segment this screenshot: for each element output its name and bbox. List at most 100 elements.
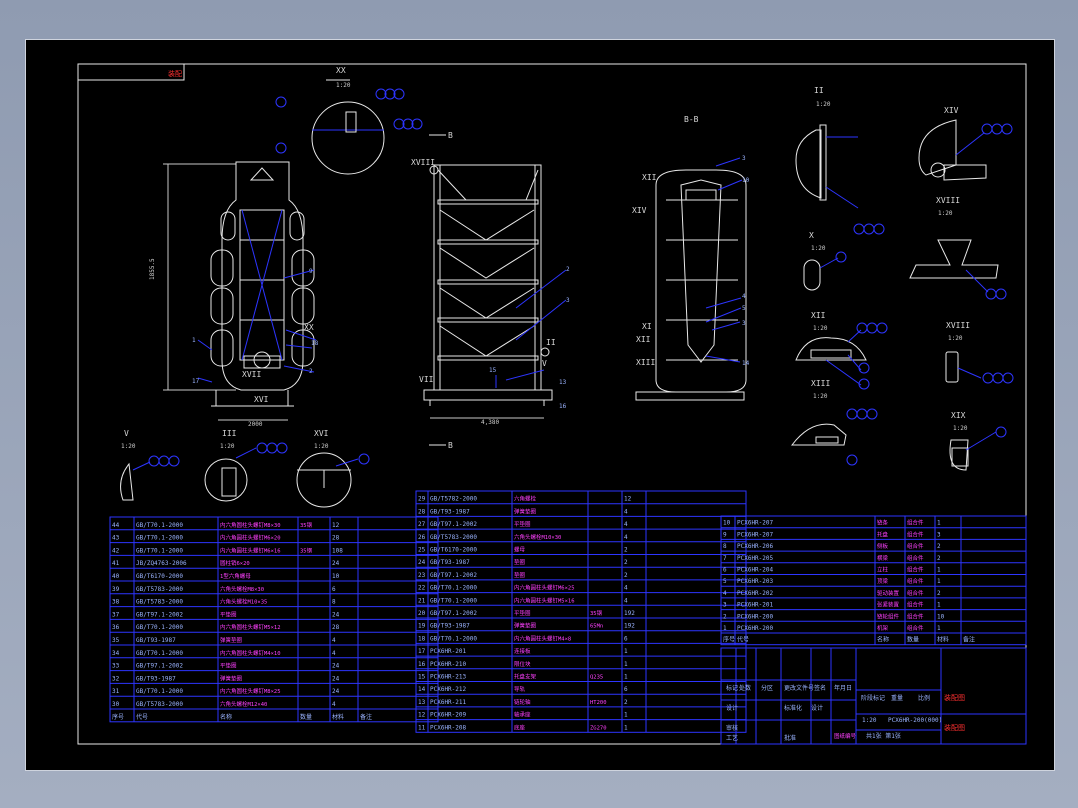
tb-cell-date: 年月日 <box>834 684 852 692</box>
title-block-red: 装配 <box>168 69 182 78</box>
svg-text:1:20: 1:20 <box>336 82 351 89</box>
bom-cell-code: PCX6HR-201 <box>737 602 774 609</box>
bom-cell-name: 连接板 <box>514 647 531 655</box>
bom-header-cell: 代号 <box>737 636 749 644</box>
bom-cell-name: 托盘支架 <box>514 673 537 681</box>
tb-cell-standard: 标准化 <box>784 704 802 712</box>
bom-cell-code: PCX6HR-207 <box>737 531 774 538</box>
detail-iii: III 1:20 <box>204 429 288 502</box>
cad-viewport[interactable]: 装配 1855.5 2000 B B 4,380 B-B XX 1:20 II … <box>25 39 1055 771</box>
bom-cell-name: 平垫圈 <box>220 662 237 670</box>
bom-cell-no: 34 <box>112 650 120 657</box>
svg-text:1: 1 <box>192 337 196 344</box>
bom-cell-name: 六角头螺栓M12×40 <box>220 700 267 708</box>
svg-text:XVI: XVI <box>254 395 269 404</box>
bom-cell-no: 7 <box>723 555 727 562</box>
bom-table-right: 10 PCX6HR-207 链条 组合件 19 PCX6HR-207 托盘 组合件 38 PCX6… <box>720 515 1027 646</box>
dim-width-left: 2000 <box>248 421 263 428</box>
bom-header-cell: 序号 <box>112 713 124 721</box>
bom-cell-no: 38 <box>112 599 120 606</box>
bom-cell-name: 立柱 <box>877 566 889 574</box>
bom-cell-name: 平垫圈 <box>514 520 531 528</box>
front-view-left: 1855.5 2000 <box>149 161 317 428</box>
bom-cell-name: 内六角圆柱头螺钉M6×16 <box>220 546 281 554</box>
bom-cell-mat: 组合件 <box>907 530 924 538</box>
bom-cell-qty: 1 <box>624 712 628 719</box>
svg-text:9: 9 <box>309 268 313 275</box>
bom-cell-no: 37 <box>112 611 120 618</box>
bom-cell-qty: 4 <box>332 637 336 644</box>
svg-text:10: 10 <box>742 177 750 184</box>
svg-text:B: B <box>448 131 453 140</box>
drawing-name: 装配图 <box>944 693 965 702</box>
red-label: 装配图 <box>944 723 965 732</box>
tb-cell-count: 处数 <box>739 684 751 692</box>
bom-cell-name: 六角头螺栓M8×30 <box>220 585 264 593</box>
svg-text:XIV: XIV <box>632 206 647 215</box>
bom-cell-mat: 组合件 <box>907 519 924 527</box>
bom-cell-mat: HT200 <box>590 700 607 706</box>
bom-cell-name: 内六角圆柱头螺钉M5×12 <box>220 623 281 631</box>
bom-cell-no: 14 <box>418 686 426 693</box>
bom-cell-code: PCX6HR-200 <box>737 613 774 620</box>
bom-cell-qty: 192 <box>624 610 635 617</box>
svg-text:1:20: 1:20 <box>948 335 963 342</box>
bom-cell-name: 链轮组件 <box>877 612 900 620</box>
bom-cell-code: PCX6HR-203 <box>737 578 774 585</box>
bom-cell-no: 22 <box>418 585 426 592</box>
bom-cell-no: 30 <box>112 701 120 708</box>
bom-cell-no: 19 <box>418 623 426 630</box>
svg-text:V: V <box>124 429 129 438</box>
dim-height: 1855.5 <box>149 258 156 280</box>
bom-cell-no: 3 <box>723 602 727 609</box>
bom-cell-no: 25 <box>418 547 426 554</box>
company: 设计 <box>811 704 823 712</box>
bom-cell-no: 44 <box>112 522 120 529</box>
svg-text:XIII: XIII <box>636 358 655 367</box>
bom-cell-qty: 6 <box>624 635 628 642</box>
bom-cell-name: 链条 <box>877 519 889 527</box>
bom-cell-qty: 24 <box>332 663 340 670</box>
detail-xii: XII 1:20 <box>795 311 888 390</box>
tb-cell-process: 工艺 <box>726 734 738 742</box>
bom-cell-qty: 4 <box>624 508 628 515</box>
bom-cell-no: 4 <box>723 590 727 597</box>
bom-cell-code: JB/ZQ4763-2006 <box>136 560 187 567</box>
bom-cell-qty: 4 <box>332 701 336 708</box>
bom-cell-name: 导轨 <box>514 685 526 693</box>
bom-cell-mat: 35钢 <box>590 609 603 617</box>
bom-cell-no: 1 <box>723 625 727 632</box>
bom-header-cell: 备注 <box>963 636 975 644</box>
detail-x: X 1:20 <box>803 231 847 291</box>
bom-cell-no: 11 <box>418 724 426 731</box>
bom-cell-name: 垫圈 <box>514 571 526 579</box>
detail-xix: XIX 1:20 <box>949 411 1007 471</box>
bom-cell-qty: 4 <box>624 585 628 592</box>
bom-cell-no: 18 <box>418 635 426 642</box>
detail-xiv: XIV <box>918 106 1013 181</box>
bom-cell-no: 6 <box>723 567 727 574</box>
bom-cell-code: PCX6HR-210 <box>430 661 467 668</box>
svg-text:X: X <box>809 231 814 240</box>
bom-cell-code: GB/T97.1-2002 <box>430 572 477 579</box>
svg-text:1:20: 1:20 <box>816 101 831 108</box>
svg-text:XX: XX <box>336 66 346 75</box>
bom-cell-qty: 24 <box>332 560 340 567</box>
bom-cell-name: 内六角圆柱头螺钉M5×16 <box>514 596 575 604</box>
bom-cell-mat: 组合件 <box>907 601 924 609</box>
svg-text:1:20: 1:20 <box>314 443 329 450</box>
bom-header-cell: 材料 <box>332 713 344 721</box>
bom-cell-name: 托盘 <box>877 530 889 538</box>
svg-text:XII: XII <box>636 335 651 344</box>
bom-cell-mat: ZG270 <box>590 725 607 731</box>
bom-cell-name: 螺母 <box>514 546 526 554</box>
svg-text:2: 2 <box>309 368 313 375</box>
bom-header-cell: 数量 <box>300 713 312 721</box>
bom-cell-no: 2 <box>723 613 727 620</box>
bom-header-cell: 代号 <box>136 713 148 721</box>
svg-text:5: 5 <box>742 305 746 312</box>
svg-text:XIII: XIII <box>811 379 830 388</box>
bom-cell-qty: 4 <box>624 521 628 528</box>
bom-cell-no: 12 <box>418 712 426 719</box>
bom-cell-code: PCX6HR-202 <box>737 590 774 597</box>
